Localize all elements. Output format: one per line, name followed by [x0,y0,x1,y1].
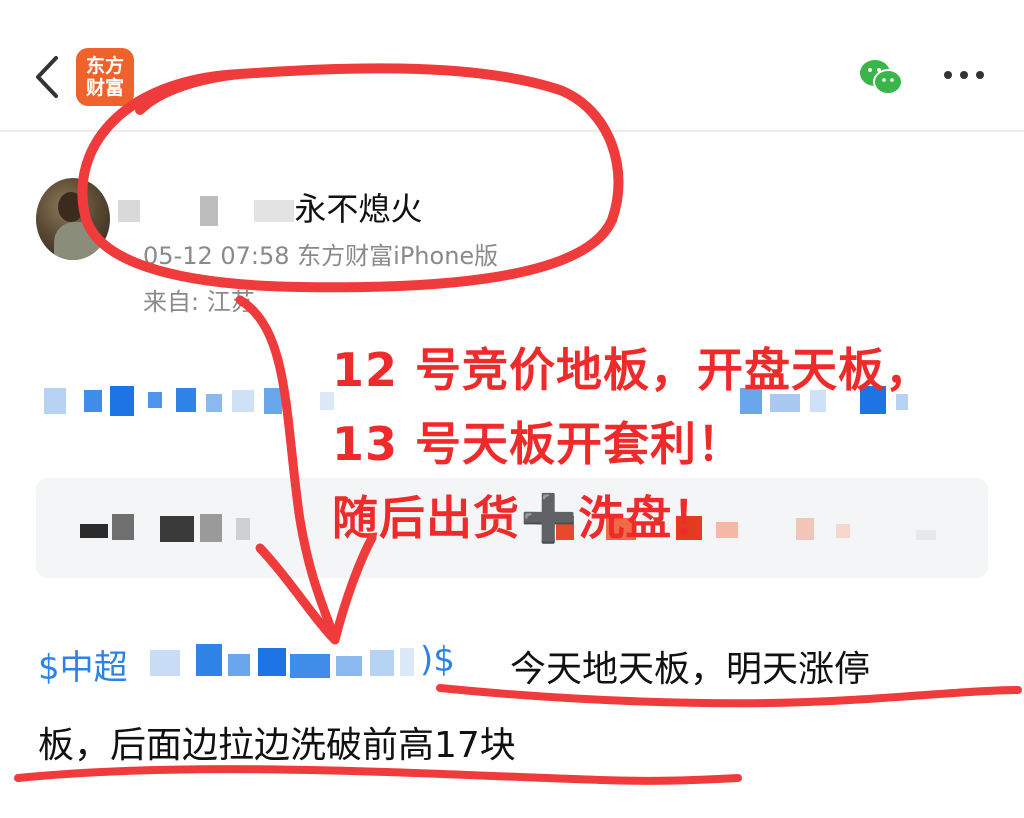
wechat-icon[interactable] [858,56,904,98]
logo-text-bottom: 财富 [85,77,124,99]
post-location: 来自: 江苏 [143,288,255,316]
author-name-text: 永不熄火 [294,190,423,228]
logo-text-top: 东方 [85,55,124,77]
post-text-line-1: 今天地天板，明天涨停 [510,649,871,690]
annotation-line-3: 随后出货➕洗盘！ [332,491,720,545]
avatar[interactable] [36,178,110,260]
red-underline-2 [14,765,742,785]
annotation-line-2: 13 号天板开套利！ [332,417,745,471]
stock-link-suffix[interactable]: )$ [420,640,455,680]
author-name[interactable]: 永不熄火 [110,184,422,230]
post-text-line-2: 板，后面边拉边洗破前高17块 [38,725,516,766]
annotation-line-1: 12 号竞价地板，开盘天板， [332,343,933,397]
chevron-left-icon[interactable] [28,52,68,102]
app-logo: 东方 财富 [76,48,134,106]
top-bar: 东方 财富 [0,0,1024,132]
stock-link-prefix: $中超 [38,648,128,688]
more-dots-icon[interactable] [940,60,988,90]
stock-link[interactable]: $中超 [38,640,128,689]
post-time-source: 05-12 07:58 东方财富iPhone版 [143,242,499,270]
